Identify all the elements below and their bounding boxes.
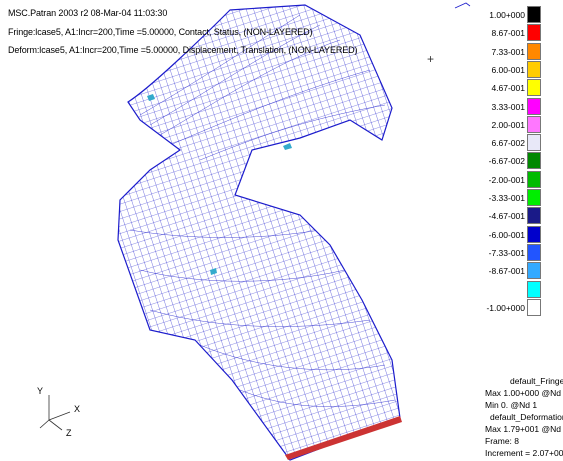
legend-value: 2.00-001 [491, 119, 525, 130]
legend-entry: -8.67-001 [485, 262, 555, 280]
legend-color-swatch [527, 134, 541, 152]
fringe-min: Min 0. @Nd 1 [485, 400, 538, 410]
legend-color-swatch [527, 6, 541, 23]
legend-value: 7.33-001 [491, 46, 525, 57]
legend-entry: 3.33-001 [485, 97, 555, 116]
legend-color-swatch [527, 243, 541, 261]
legend-entry: -1.00+000 [485, 298, 555, 317]
offscreen-mesh-fragment [454, 2, 471, 9]
legend-entry: -6.67-002 [485, 152, 555, 170]
legend-value: 4.67-001 [491, 83, 525, 94]
legend-color-swatch [527, 42, 541, 60]
deform-description: Deform:lcase5, A1:Incr=200,Time =5.00000… [8, 45, 358, 55]
legend-value: -2.00-001 [488, 174, 525, 185]
legend-value: 3.33-001 [491, 101, 525, 112]
legend-entry: -6.00-001 [485, 225, 555, 244]
viewport-title: MSC.Patran 2003 r2 08-Mar-04 11:03:30 [8, 8, 168, 18]
fringe-description: Fringe:lcase5, A1:Incr=200,Time =5.00000… [8, 27, 313, 37]
legend-value: -1.00+000 [486, 302, 525, 313]
legend-value: -6.67-002 [488, 156, 525, 167]
legend-color-swatch [527, 152, 541, 170]
legend-entry: 8.67-001 [485, 24, 555, 42]
legend-value: -4.67-001 [488, 211, 525, 222]
legend-entry: -7.33-001 [485, 243, 555, 262]
frame-number: Frame: 8 [485, 436, 520, 446]
legend-entry: -2.00-001 [485, 170, 555, 189]
legend-entry [485, 280, 555, 299]
fringe-max: Max 1.00+000 @Nd 36 [485, 388, 563, 398]
crosshair-cursor-icon: + [427, 52, 435, 66]
triad-x-label: X [74, 404, 81, 414]
legend-entry: 6.00-001 [485, 60, 555, 79]
legend-entry: 4.67-001 [485, 79, 555, 97]
legend-value: 1.00+000 [489, 10, 525, 20]
legend-color-swatch [527, 79, 541, 97]
deform-title: default_Deformation : [490, 412, 563, 422]
legend-color-swatch [527, 60, 541, 78]
legend-value: -7.33-001 [488, 247, 525, 258]
legend-value: 6.00-001 [491, 64, 525, 75]
legend-color-swatch [527, 24, 541, 42]
legend-value: -3.33-001 [488, 193, 525, 203]
legend-value: -8.67-001 [488, 266, 525, 277]
legend-color-swatch [527, 97, 541, 115]
legend-color-swatch [527, 170, 541, 188]
legend-entry: 2.00-001 [485, 115, 555, 134]
legend-color-swatch [527, 262, 541, 280]
axis-triad [39, 395, 71, 431]
legend-value: 6.67-002 [491, 138, 525, 149]
deform-max: Max 1.79+001 @Nd 36 [485, 424, 563, 434]
legend-value: -6.00-001 [488, 229, 525, 240]
triad-z-label: Z [66, 428, 72, 438]
legend-color-swatch [527, 298, 541, 316]
legend-entry: -4.67-001 [485, 207, 555, 225]
legend-entry: 7.33-001 [485, 42, 555, 61]
legend-color-swatch [527, 189, 541, 206]
legend-value: 8.67-001 [491, 28, 525, 39]
fringe-title: default_Fringe : [510, 376, 563, 386]
legend-color-swatch [527, 115, 541, 133]
finite-element-mesh [117, 4, 402, 461]
legend-color-swatch [527, 280, 541, 298]
legend-color-swatch [527, 225, 541, 243]
legend-entry: -3.33-001 [485, 189, 555, 207]
legend-entry: 1.00+000 [485, 6, 555, 24]
legend-entry: 6.67-002 [485, 134, 555, 152]
legend-color-swatch [527, 207, 541, 225]
increment-value: Increment = 2.07+002 [485, 448, 563, 458]
triad-y-label: Y [37, 386, 44, 396]
model-viewport[interactable] [0, 0, 480, 461]
